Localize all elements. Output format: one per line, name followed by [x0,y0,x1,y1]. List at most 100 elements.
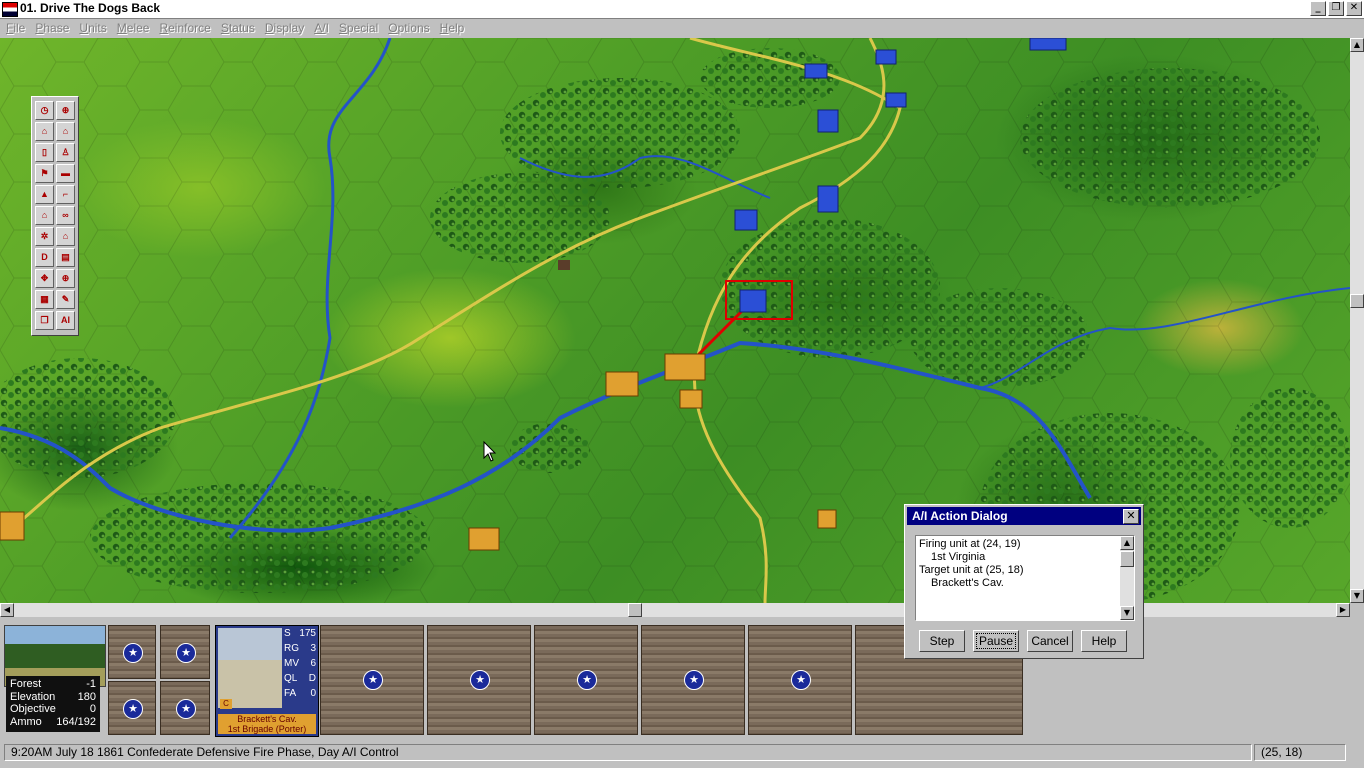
horizontal-scroll-thumb[interactable] [628,603,642,617]
tent-icon[interactable]: ⌂ [56,227,75,246]
menu-options[interactable]: Options [382,19,433,38]
status-coordinates: (25, 18) [1254,744,1346,761]
target-icon[interactable]: ⊕ [56,269,75,288]
union-star-icon: ★ [363,670,383,690]
move-arrows-icon[interactable]: ✥ [35,269,54,288]
pencil-icon[interactable]: ✎ [56,290,75,309]
menu-phase[interactable]: Phase [29,19,73,38]
unit-brigade: 1st Brigade (Porter) [227,724,307,734]
undo-icon[interactable]: ⌂ [35,122,54,141]
redo-icon[interactable]: ⌂ [56,122,75,141]
step-button[interactable]: Step [919,630,965,652]
scroll-left-icon[interactable]: ◀ [0,603,14,617]
menu-bar: File Phase Units Melee Reinforce Status … [0,19,1364,38]
dialog-message-box[interactable]: Firing unit at (24, 19) 1st Virginia Tar… [915,535,1135,621]
scroll-up-icon[interactable]: ▲ [1350,38,1364,52]
dialog-scrollbar[interactable]: ▲ ▼ [1120,536,1134,620]
windows-icon[interactable]: ▤ [56,248,75,267]
binoculars-icon[interactable]: ∞ [56,206,75,225]
selected-unit-card[interactable]: S 175 RG 3 MV 6 QL D FA 0 C Brackett's Cav. 1… [215,625,319,737]
union-star-icon: ★ [577,670,597,690]
battle-map[interactable]: ◷ ⊕ ⌂ ⌂ ▯ ♙ ⚑ ▬ ▲ ⌐ ⌂ ∞ ✲ ⌂ D ▤ ✥ ⊕ ▦ ✎ … [0,38,1350,603]
unit-slot[interactable]: ★ [320,625,424,735]
supply-wagon [558,260,570,270]
target-unit-name: Brackett's Cav. [931,577,1004,589]
unit-slot[interactable]: ★ [748,625,852,735]
unit-slot[interactable]: ★ [108,681,156,735]
menu-units[interactable]: Units [73,19,110,38]
union-star-icon: ★ [791,670,811,690]
dialog-scroll-thumb[interactable] [1120,551,1134,567]
flag-icon[interactable]: ⚑ [35,164,54,183]
help-button[interactable]: Help [1081,630,1127,652]
app-icon[interactable] [2,2,18,17]
unit-slot[interactable]: ★ [427,625,531,735]
menu-display[interactable]: Display [259,19,308,38]
ammo-icon[interactable]: ▬ [56,164,75,183]
layers-icon[interactable]: ❐ [35,311,54,330]
soldier-icon[interactable]: ♙ [56,143,75,162]
union-star-icon: ★ [470,670,490,690]
restore-button[interactable]: ❐ [1328,1,1344,16]
clock-icon[interactable]: ◷ [35,101,54,120]
elevation-value: 180 [77,690,96,703]
compass-icon[interactable]: ⊕ [56,101,75,120]
unit-info-panel: Forest -1 Elevation 180 Objective 0 Ammo 164… [0,617,1364,742]
close-button[interactable]: ✕ [1346,1,1362,16]
terrain-info: Forest -1 Elevation 180 Objective 0 Ammo 164… [6,676,100,732]
menu-status[interactable]: Status [215,19,259,38]
minimize-button[interactable]: _ [1310,1,1326,16]
cannonballs-icon[interactable]: ▲ [35,185,54,204]
menu-ai[interactable]: A/I [308,19,333,38]
close-icon[interactable]: ✕ [1123,509,1139,524]
unit-slot[interactable]: ★ [160,625,210,679]
union-star-icon: ★ [176,699,196,719]
scroll-down-icon[interactable]: ▼ [1350,589,1364,603]
menu-help[interactable]: Help [434,19,469,38]
map-horizontal-scrollbar[interactable]: ◀ ▶ [0,603,1350,617]
status-message: 9:20AM July 18 1861 Confederate Defensiv… [4,744,1252,761]
quality-stat: QL D [284,673,316,684]
strength-stat: S 175 [284,628,316,639]
range-stat: RG 3 [284,643,316,654]
union-star-icon: ★ [176,643,196,663]
us-flag-icon[interactable]: ▦ [35,290,54,309]
wheel-icon[interactable]: ✲ [35,227,54,246]
unit-slot[interactable]: ★ [160,681,210,735]
menu-melee[interactable]: Melee [111,19,154,38]
unit-slot[interactable]: ★ [108,625,156,679]
target-unit-line: Target unit at (25, 18) [919,564,1024,576]
ammo-label: Ammo [10,715,42,728]
ai-icon[interactable]: AI [56,311,75,330]
unit-name: Brackett's Cav. [237,714,297,724]
unit-slot[interactable]: ★ [641,625,745,735]
ammo-value: 164/192 [56,715,96,728]
objective-label: Objective [10,703,56,715]
menu-reinforce[interactable]: Reinforce [153,19,214,38]
cavalry-portrait [218,628,282,708]
menu-special[interactable]: Special [333,19,382,38]
scroll-down-icon[interactable]: ▼ [1120,606,1134,620]
fatigue-stat: FA 0 [284,688,316,699]
unit-name-plate: Brackett's Cav. 1st Brigade (Porter) [218,714,316,734]
scroll-right-icon[interactable]: ▶ [1336,603,1350,617]
vertical-scroll-thumb[interactable] [1350,294,1364,308]
artillery-icon[interactable]: ⌐ [56,185,75,204]
scroll-up-icon[interactable]: ▲ [1120,536,1134,550]
pause-button[interactable]: Pause [973,630,1019,652]
defend-icon[interactable]: D [35,248,54,267]
terrain-label: Forest [10,678,42,690]
unit-slot[interactable]: ★ [534,625,638,735]
elevation-label: Elevation [10,690,56,703]
union-star-icon: ★ [684,670,704,690]
unit-type-badge: C [220,699,232,709]
map-toolbox: ◷ ⊕ ⌂ ⌂ ▯ ♙ ⚑ ▬ ▲ ⌐ ⌂ ∞ ✲ ⌂ D ▤ ✥ ⊕ ▦ ✎ … [31,96,79,336]
map-terrain [0,38,1350,603]
cancel-button[interactable]: Cancel [1027,630,1073,652]
union-star-icon: ★ [123,643,143,663]
firing-unit-line: Firing unit at (24, 19) [919,538,1021,550]
menu-file[interactable]: File [0,19,29,38]
stack-icon[interactable]: ▯ [35,143,54,162]
building-icon[interactable]: ⌂ [35,206,54,225]
map-vertical-scrollbar[interactable]: ▲ ▼ [1350,38,1364,603]
